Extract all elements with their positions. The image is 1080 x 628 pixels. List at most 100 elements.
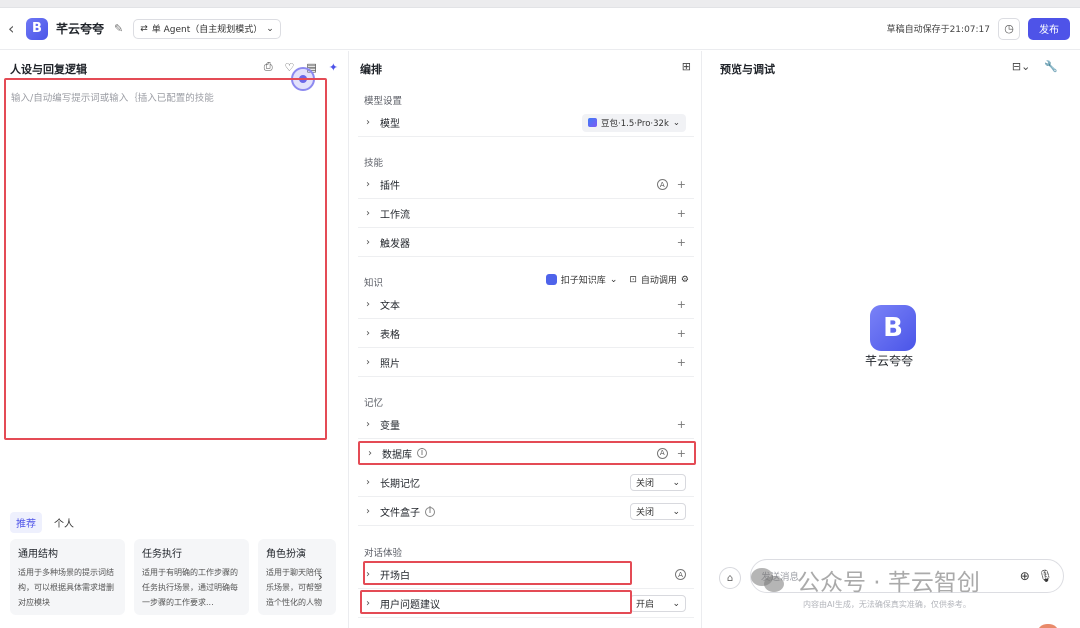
- clear-chat-icon[interactable]: ⌂: [719, 567, 741, 589]
- chevron-right-icon: ›: [366, 357, 370, 368]
- auto-badge-icon[interactable]: A: [656, 447, 668, 459]
- app-logo-letter: B: [32, 21, 42, 36]
- row-model[interactable]: › 模型 豆包·1.5·Pro·32k ⌄: [358, 109, 694, 137]
- info-icon[interactable]: i: [417, 448, 427, 458]
- row-question-suggest[interactable]: › 用户问题建议 开启 ⌄: [358, 590, 694, 618]
- row-table[interactable]: › 表格 +: [358, 320, 694, 348]
- row-text[interactable]: › 文本 +: [358, 291, 694, 319]
- row-actions: +: [677, 418, 686, 431]
- add-icon[interactable]: +: [677, 178, 686, 191]
- template-tabs: 推荐 个人: [10, 512, 80, 533]
- bot-name: 芊云夸夸: [865, 354, 914, 368]
- add-attachment-icon[interactable]: ⊕: [1020, 569, 1030, 583]
- chevron-down-icon: ⌄: [672, 598, 680, 609]
- template-card[interactable]: 通用结构 适用于多种场景的提示词结构，可以根据具体需求增删对应模块: [10, 539, 125, 615]
- model-value: 豆包·1.5·Pro·32k: [601, 118, 669, 129]
- row-label: 触发器: [380, 239, 410, 250]
- row-actions: 开启 ⌄: [630, 595, 686, 612]
- template-card[interactable]: 任务执行 适用于有明确的工作步骤的任务执行场景，通过明确每一步骤的工作要求...: [134, 539, 249, 615]
- row-workflow[interactable]: › 工作流 +: [358, 200, 694, 228]
- chevron-right-icon: ›: [366, 477, 370, 488]
- agent-mode-label: 单 Agent（自主规划模式）: [151, 25, 263, 35]
- question-suggest-select[interactable]: 开启 ⌄: [630, 595, 686, 612]
- preview-panel-title: 预览与调试: [720, 63, 775, 76]
- chevron-down-icon: ⌄: [672, 477, 680, 488]
- edit-icon[interactable]: ✎: [114, 22, 123, 35]
- add-icon[interactable]: +: [677, 207, 686, 220]
- app-name: 芊云夸夸: [56, 22, 105, 36]
- row-plugin[interactable]: › 插件 A +: [358, 171, 694, 199]
- chat-input-tools: ⊕ 🎙: [1020, 569, 1053, 583]
- row-label: 插件: [380, 181, 400, 192]
- chevron-right-icon: ›: [366, 328, 370, 339]
- persona-panel-title: 人设与回复逻辑: [10, 63, 87, 76]
- row-actions: +: [677, 298, 686, 311]
- select-value: 关闭: [636, 479, 655, 489]
- publish-button[interactable]: 发布: [1028, 17, 1070, 40]
- model-select[interactable]: 豆包·1.5·Pro·32k ⌄: [582, 113, 686, 132]
- row-longterm-memory[interactable]: › 长期记忆 关闭 ⌄: [358, 469, 694, 497]
- info-icon[interactable]: i: [425, 506, 435, 517]
- add-icon[interactable]: +: [677, 356, 686, 369]
- row-filebox[interactable]: › 文件盒子 i 关闭 ⌄: [358, 498, 694, 526]
- row-database[interactable]: › 数据库 i A +: [358, 441, 696, 465]
- add-icon[interactable]: +: [677, 418, 686, 431]
- auto-call-icon: ⊡: [629, 274, 637, 285]
- kb-select[interactable]: 扣子知识库 ⌄: [545, 273, 618, 286]
- longterm-memory-select[interactable]: 关闭 ⌄: [630, 474, 686, 491]
- row-actions: 豆包·1.5·Pro·32k ⌄: [582, 113, 686, 132]
- auto-optimize-icon[interactable]: ✦: [329, 61, 338, 74]
- chat-input[interactable]: 发送消息 ⊕ 🎙: [750, 559, 1064, 593]
- chevron-down-icon: ⌄: [609, 274, 618, 285]
- history-button[interactable]: ◷: [998, 17, 1020, 40]
- floating-avatar[interactable]: [1037, 624, 1059, 628]
- kb-icon: [545, 274, 557, 285]
- row-actions: 关闭 ⌄: [630, 503, 686, 520]
- row-actions: +: [677, 236, 686, 249]
- prompt-placeholder: 输入/自动编写提示词或输入｛插入已配置的技能: [11, 93, 214, 104]
- row-actions: A +: [656, 447, 686, 460]
- agent-mode-select[interactable]: ⇄ 单 Agent（自主规划模式） ⌄: [133, 18, 281, 39]
- preview-layout-icon[interactable]: ⊟⌄: [1012, 60, 1030, 73]
- persona-panel: 人设与回复逻辑 ⎙ ♡ ▤ ✦ 输入/自动编写提示词或输入｛插入已配置的技能 推…: [0, 51, 349, 628]
- highlight-box: [363, 561, 632, 585]
- row-label: 表格: [380, 330, 400, 341]
- preview-toolbar: ⊟⌄ 🔧: [1012, 60, 1058, 73]
- cards-next-icon[interactable]: ›: [318, 570, 334, 586]
- auto-badge-icon[interactable]: A: [656, 179, 668, 190]
- template-card-desc: 适用于有明确的工作步骤的任务执行场景，通过明确每一步骤的工作要求...: [142, 568, 238, 607]
- doubao-icon: [588, 118, 598, 127]
- tab-recommended[interactable]: 推荐: [10, 512, 42, 533]
- chevron-right-icon: ›: [366, 506, 370, 517]
- row-variable[interactable]: › 变量 +: [358, 411, 694, 439]
- auto-badge-icon[interactable]: A: [675, 569, 686, 580]
- add-icon[interactable]: +: [677, 236, 686, 249]
- row-label: 文件盒子: [380, 508, 420, 519]
- row-label: 模型: [380, 119, 400, 130]
- tab-personal[interactable]: 个人: [48, 512, 80, 533]
- row-actions: +: [677, 327, 686, 340]
- browser-top-strip: [0, 0, 1080, 8]
- row-label: 变量: [380, 421, 400, 432]
- row-opening[interactable]: › 开场白 A: [358, 561, 694, 589]
- prompt-editor[interactable]: 输入/自动编写提示词或输入｛插入已配置的技能: [4, 78, 327, 440]
- microphone-icon[interactable]: 🎙: [1038, 569, 1053, 583]
- debug-wrench-icon[interactable]: 🔧: [1044, 60, 1058, 73]
- chevron-right-icon: ›: [366, 208, 370, 219]
- save-status: 草稿自动保存于21:07:17: [886, 25, 990, 35]
- add-icon[interactable]: +: [677, 298, 686, 311]
- template-cards: 通用结构 适用于多种场景的提示词结构，可以根据具体需求增删对应模块 任务执行 适…: [10, 539, 336, 615]
- layout-grid-icon[interactable]: ⊞: [682, 60, 691, 73]
- filebox-select[interactable]: 关闭 ⌄: [630, 503, 686, 520]
- arrange-toolbar: ⊞: [682, 60, 691, 73]
- row-photo[interactable]: › 照片 +: [358, 349, 694, 377]
- top-header: ‹ B 芊云夸夸 ✎ ⇄ 单 Agent（自主规划模式） ⌄ 草稿自动保存于21…: [0, 8, 1080, 50]
- back-chevron-icon[interactable]: ‹: [8, 20, 22, 37]
- chevron-down-icon: ⌄: [672, 506, 680, 517]
- prompt-library-icon[interactable]: ⎙: [264, 60, 273, 74]
- chevron-right-icon: ›: [366, 299, 370, 310]
- row-trigger[interactable]: › 触发器 +: [358, 229, 694, 257]
- add-icon[interactable]: +: [677, 447, 686, 460]
- auto-call-select[interactable]: ⊡ 自动调用 ⚙: [629, 273, 689, 287]
- add-icon[interactable]: +: [677, 327, 686, 340]
